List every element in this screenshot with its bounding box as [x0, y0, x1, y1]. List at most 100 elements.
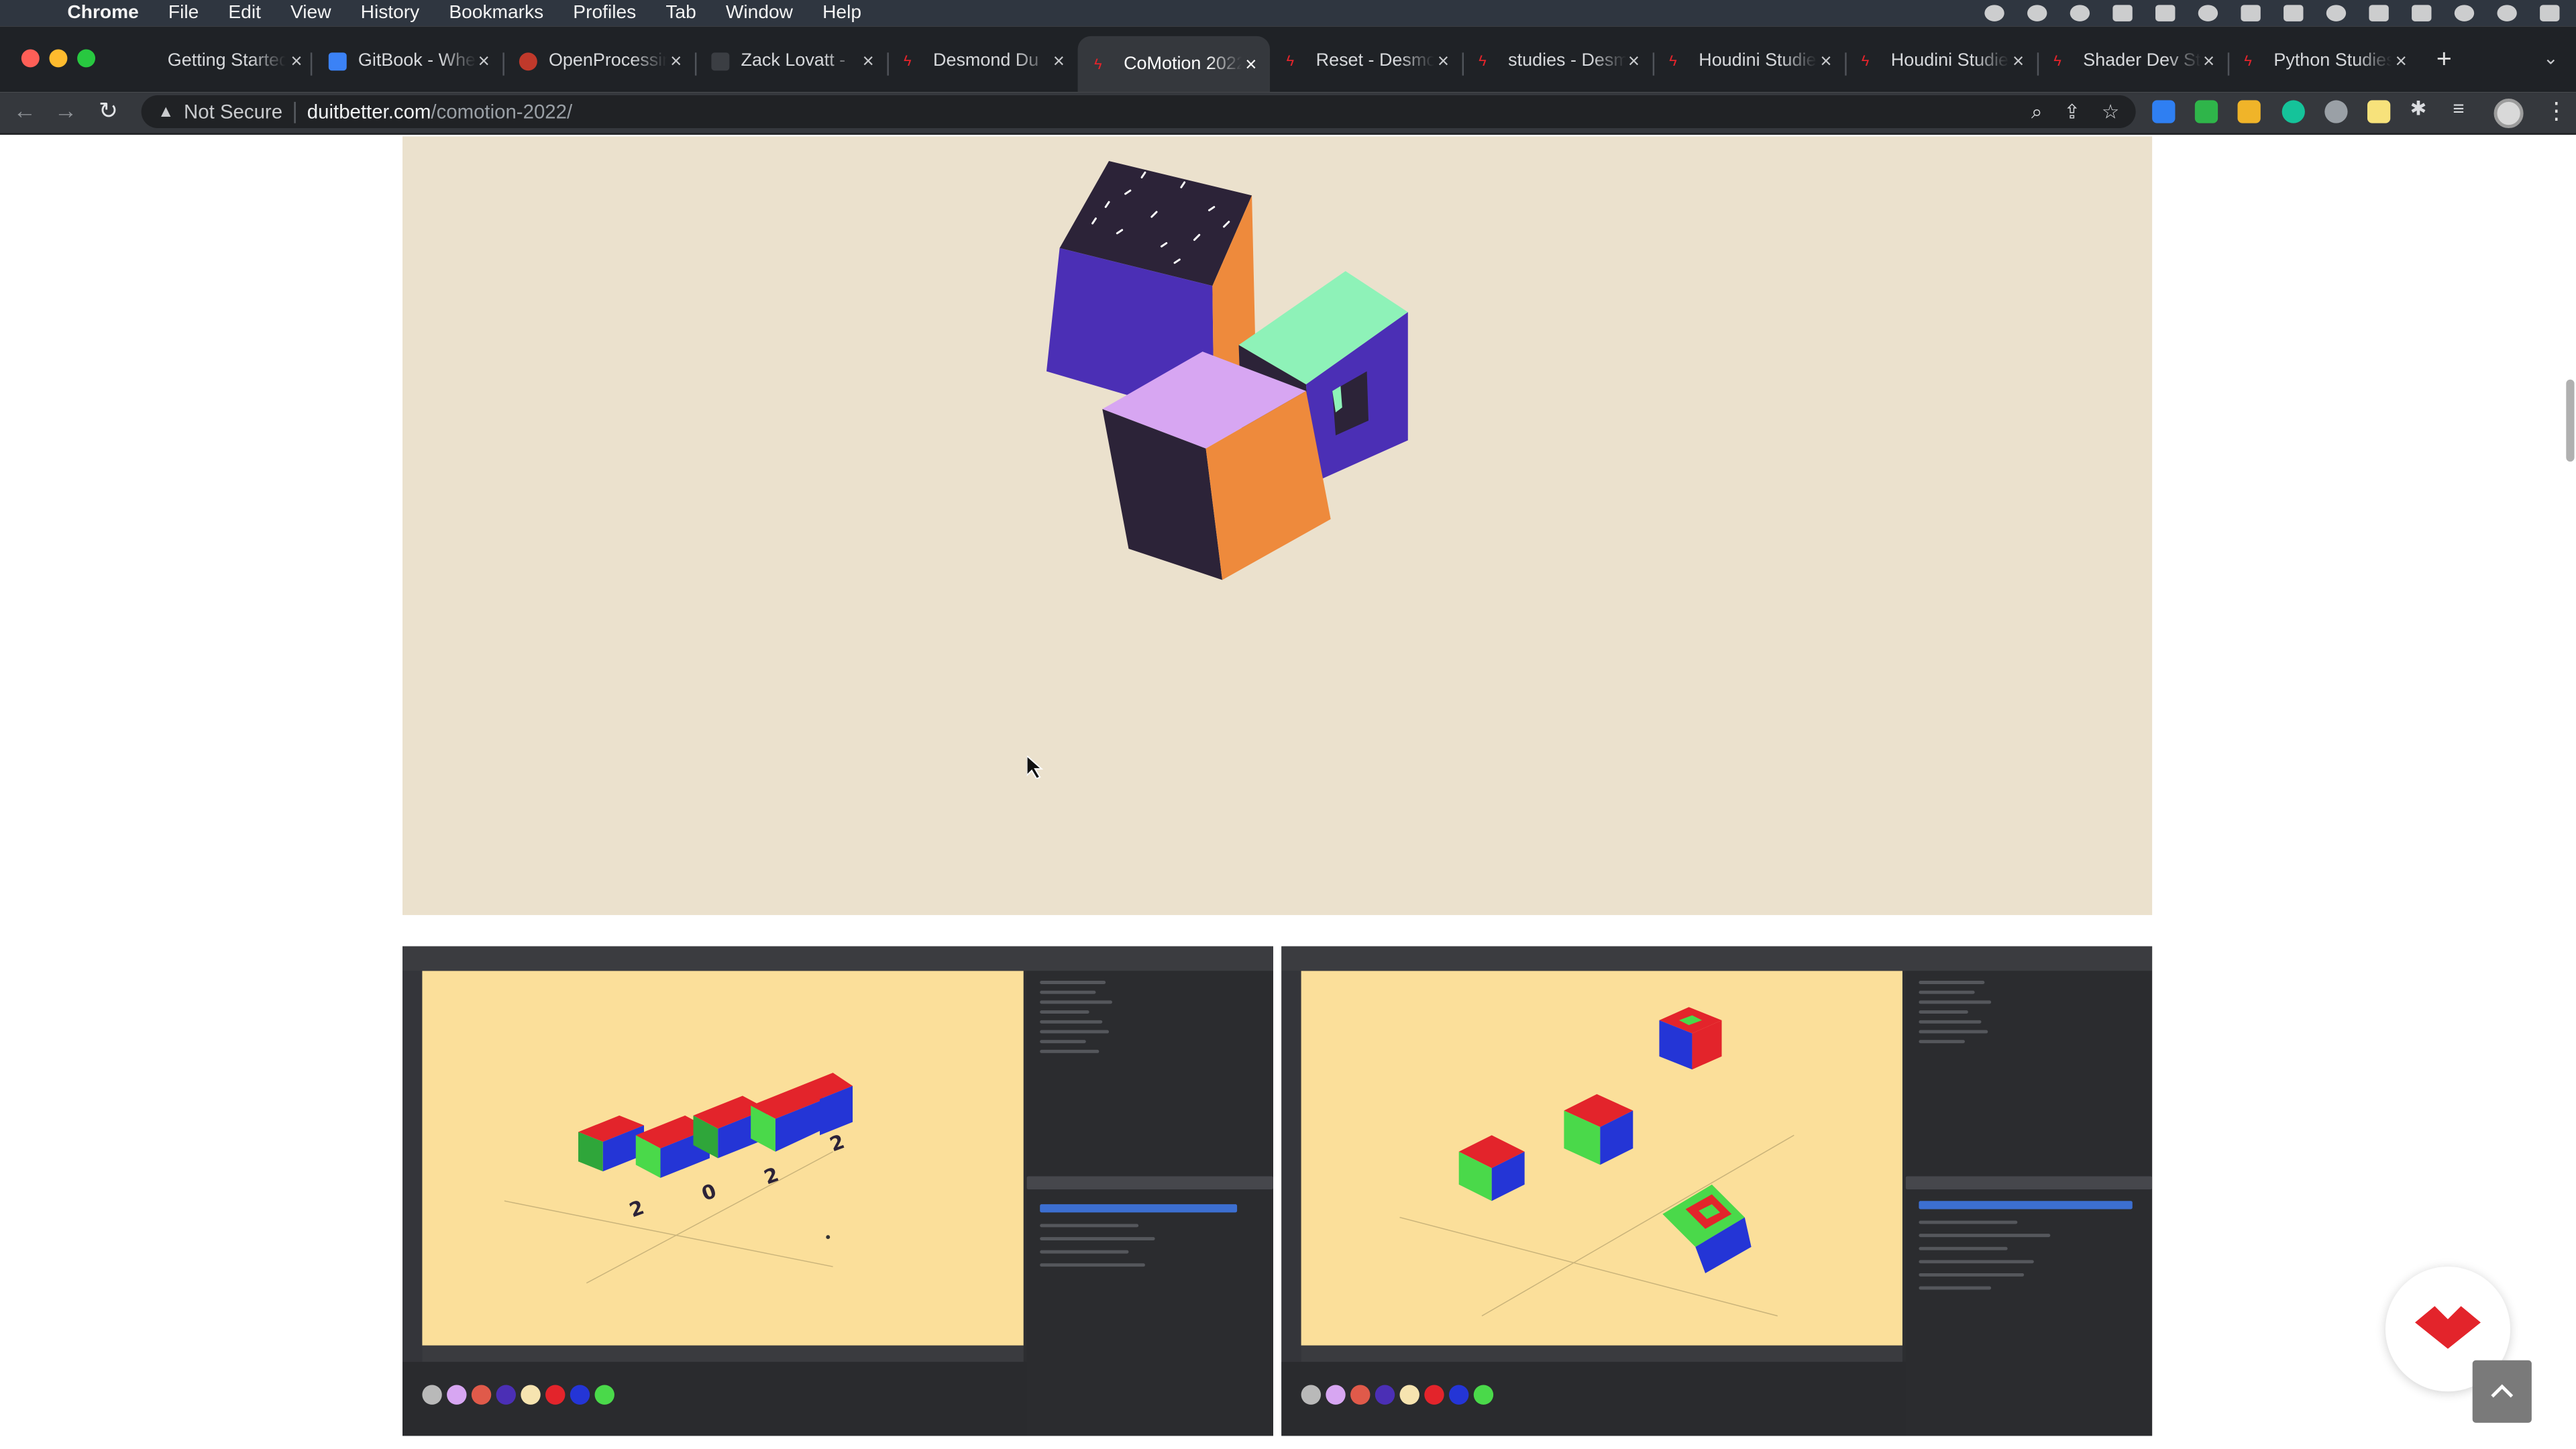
- tab-desmond-du[interactable]: ϟ Desmond Du ×: [887, 36, 1077, 85]
- menu-profiles[interactable]: Profiles: [573, 3, 636, 23]
- tab-close-icon[interactable]: ×: [1053, 49, 1065, 72]
- tab-close-icon[interactable]: ×: [863, 49, 874, 72]
- tab-close-icon[interactable]: ×: [1628, 49, 1640, 72]
- material-swatch[interactable]: [570, 1385, 590, 1405]
- back-arrow-icon[interactable]: ←: [13, 97, 36, 123]
- tab-comotion-2022[interactable]: ϟ CoMotion 2022 ×: [1077, 36, 1271, 93]
- discord-icon[interactable]: [2324, 100, 2348, 123]
- tab-close-icon[interactable]: ×: [2396, 49, 2407, 72]
- tab-close-icon[interactable]: ×: [478, 49, 490, 72]
- bookmark-star-icon[interactable]: ☆: [2102, 100, 2119, 123]
- sync-icon[interactable]: [2027, 5, 2047, 21]
- menu-edit[interactable]: Edit: [228, 3, 261, 23]
- material-swatch[interactable]: [1326, 1385, 1346, 1405]
- tab-close-icon[interactable]: ×: [1245, 52, 1256, 75]
- menu-bookmarks[interactable]: Bookmarks: [449, 3, 543, 23]
- minimize-window-button[interactable]: [49, 49, 68, 68]
- chevron-up-icon: [2491, 1384, 2514, 1398]
- close-window-button[interactable]: [21, 49, 40, 68]
- tab-search-chevron-icon[interactable]: ⌄: [2543, 48, 2559, 68]
- share-icon[interactable]: ⇪: [2063, 100, 2080, 123]
- menu-window[interactable]: Window: [726, 3, 793, 23]
- tab-close-icon[interactable]: ×: [1820, 49, 1831, 72]
- menu-view[interactable]: View: [290, 3, 331, 23]
- material-swatch[interactable]: [594, 1385, 614, 1405]
- profile-avatar[interactable]: [2493, 98, 2524, 129]
- play-icon[interactable]: [2326, 5, 2347, 21]
- tab-studies[interactable]: ϟ studies - Desmond ×: [1462, 36, 1653, 85]
- search-icon[interactable]: [2497, 5, 2517, 21]
- material-swatch[interactable]: [1473, 1385, 1494, 1405]
- material-swatch[interactable]: [447, 1385, 467, 1405]
- reading-list-icon[interactable]: ≡: [2453, 97, 2475, 119]
- grid-icon[interactable]: [2241, 5, 2261, 21]
- control-center-icon[interactable]: [2540, 5, 2560, 21]
- wifi-icon[interactable]: [2454, 5, 2475, 21]
- green-extension-icon[interactable]: [2194, 100, 2218, 123]
- bluetooth-icon[interactable]: [2369, 5, 2389, 21]
- tab-houdini-studies-1[interactable]: ϟ Houdini Studies ×: [1653, 36, 1845, 85]
- forward-arrow-icon[interactable]: →: [54, 97, 77, 123]
- menu-app-name[interactable]: Chrome: [67, 3, 138, 23]
- material-swatch[interactable]: [1375, 1385, 1395, 1405]
- tab-close-icon[interactable]: ×: [670, 49, 682, 72]
- zoom-icon[interactable]: ⌕: [2031, 99, 2042, 124]
- tab-reset[interactable]: ϟ Reset - Desmond ×: [1270, 36, 1462, 85]
- reload-icon[interactable]: ↻: [99, 97, 118, 125]
- address-bar[interactable]: ▲ Not Secure duitbetter.com /comotion-20…: [141, 95, 2136, 129]
- tab-shader-dev-studies[interactable]: ϟ Shader Dev Studies ×: [2037, 36, 2228, 85]
- vpn-icon[interactable]: [2198, 5, 2218, 21]
- material-swatch[interactable]: [496, 1385, 516, 1405]
- warning-triangle-icon[interactable]: ▲: [158, 103, 174, 121]
- material-swatch[interactable]: [422, 1385, 442, 1405]
- tab-zack-lovatt[interactable]: Zack Lovatt - ×: [695, 36, 888, 85]
- svg-text:2: 2: [761, 1163, 782, 1189]
- tab-openprocessing[interactable]: OpenProcessing ×: [502, 36, 695, 85]
- back-to-top-button[interactable]: [2472, 1360, 2532, 1423]
- menu-tab[interactable]: Tab: [665, 3, 696, 23]
- screen: Chrome File Edit View History Bookmarks …: [0, 0, 2576, 1449]
- tab-gitbook[interactable]: GitBook - Where ×: [312, 36, 502, 85]
- cinema4d-scattered-cubes-screenshot[interactable]: [1281, 946, 2153, 1436]
- creative-cloud-icon[interactable]: [1984, 5, 2004, 21]
- material-swatch[interactable]: [471, 1385, 492, 1405]
- gitbook-favicon-icon: [328, 52, 347, 70]
- tab-close-icon[interactable]: ×: [290, 49, 302, 72]
- menu-help[interactable]: Help: [822, 3, 861, 23]
- blue-extension-icon[interactable]: [2152, 100, 2176, 123]
- tab-close-icon[interactable]: ×: [2012, 49, 2024, 72]
- menu-history[interactable]: History: [361, 3, 420, 23]
- not-secure-label[interactable]: Not Secure: [184, 100, 282, 123]
- cloud-icon[interactable]: [2070, 5, 2090, 21]
- battery-icon[interactable]: [2412, 5, 2432, 21]
- material-swatch[interactable]: [1301, 1385, 1321, 1405]
- puzzle-icon[interactable]: ✱: [2410, 97, 2433, 119]
- tab-title: Python Studies: [2273, 50, 2392, 71]
- object-manager-panel: [1905, 971, 2153, 1436]
- new-tab-button[interactable]: +: [2436, 46, 2452, 76]
- tab-getting-started[interactable]: Getting Started ×: [151, 36, 315, 85]
- tab-houdini-studies-2[interactable]: ϟ Houdini Studies ×: [1845, 36, 2037, 85]
- material-swatch[interactable]: [1424, 1385, 1444, 1405]
- chrome-menu-icon[interactable]: ⋮: [2544, 97, 2567, 125]
- browser-toolbar: ← → ↻ ▲ Not Secure duitbetter.com /comot…: [0, 92, 2576, 135]
- material-swatch[interactable]: [1399, 1385, 1419, 1405]
- note-extension-icon[interactable]: [2367, 100, 2391, 123]
- calendar-icon[interactable]: [2284, 5, 2304, 21]
- hero-image-panel: [402, 136, 2153, 916]
- airplay-icon[interactable]: [2155, 5, 2176, 21]
- menu-file[interactable]: File: [168, 3, 199, 23]
- material-swatch[interactable]: [1449, 1385, 1469, 1405]
- yellow-extension-icon[interactable]: [2237, 100, 2261, 123]
- grammarly-icon[interactable]: [2282, 100, 2305, 123]
- page-scrollbar[interactable]: [2566, 379, 2575, 462]
- tab-python-studies[interactable]: ϟ Python Studies ×: [2228, 36, 2420, 85]
- zoom-window-button[interactable]: [77, 49, 96, 68]
- tab-close-icon[interactable]: ×: [2203, 49, 2214, 72]
- tab-close-icon[interactable]: ×: [1438, 49, 1449, 72]
- material-swatch[interactable]: [521, 1385, 541, 1405]
- material-swatch[interactable]: [1350, 1385, 1371, 1405]
- material-swatch[interactable]: [545, 1385, 566, 1405]
- cinema4d-comotion-letters-screenshot[interactable]: 2 0 2 2: [402, 946, 1273, 1436]
- app-store-icon[interactable]: [2112, 5, 2133, 21]
